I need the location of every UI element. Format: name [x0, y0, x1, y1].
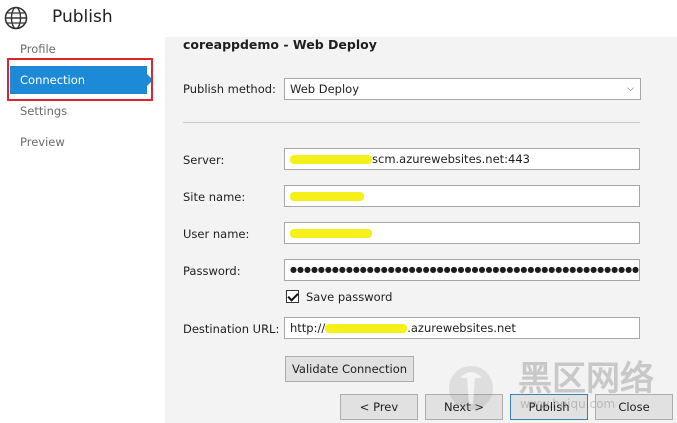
- chevron-down-icon: ⌵: [627, 84, 634, 94]
- save-password-checkbox[interactable]: [286, 290, 299, 303]
- server-value: scm.azurewebsites.net:443: [372, 152, 530, 166]
- password-input[interactable]: ●●●●●●●●●●●●●●●●●●●●●●●●●●●●●●●●●●●●●●●●…: [284, 259, 640, 281]
- sidebar-item-settings[interactable]: Settings: [10, 97, 147, 125]
- redacted-text: [290, 192, 364, 201]
- destination-url-label: Destination URL:: [183, 322, 280, 336]
- destination-url-prefix: http://: [290, 321, 326, 335]
- user-name-input[interactable]: [284, 222, 640, 244]
- save-password-label[interactable]: Save password: [306, 290, 392, 304]
- server-label: Server:: [183, 153, 225, 167]
- redacted-text: [290, 229, 372, 238]
- prev-button[interactable]: < Prev: [340, 394, 418, 420]
- redacted-text: [325, 324, 408, 333]
- divider: [183, 122, 640, 123]
- window-title: Publish: [52, 7, 113, 27]
- redacted-text: [290, 155, 372, 164]
- destination-url-input[interactable]: http:// .azurewebsites.net: [284, 317, 640, 339]
- publish-method-value: Web Deploy: [290, 82, 359, 96]
- server-input[interactable]: scm.azurewebsites.net:443: [284, 148, 640, 170]
- publish-button[interactable]: Publish: [510, 394, 588, 420]
- next-button[interactable]: Next >: [425, 394, 503, 420]
- publish-method-select[interactable]: Web Deploy ⌵: [284, 78, 641, 100]
- close-button[interactable]: Close: [595, 394, 673, 420]
- site-name-input[interactable]: [284, 185, 640, 207]
- sidebar-item-preview[interactable]: Preview: [10, 128, 147, 156]
- connection-highlight-box: [7, 58, 153, 101]
- title-bar: Publish: [0, 0, 677, 37]
- page-title: coreappdemo - Web Deploy: [183, 37, 377, 52]
- destination-url-suffix: .azurewebsites.net: [407, 321, 516, 335]
- site-name-label: Site name:: [183, 190, 246, 204]
- globe-icon: [4, 6, 28, 30]
- validate-connection-button[interactable]: Validate Connection: [285, 356, 414, 382]
- user-name-label: User name:: [183, 227, 250, 241]
- publish-method-label: Publish method:: [183, 82, 276, 96]
- password-label: Password:: [183, 264, 241, 278]
